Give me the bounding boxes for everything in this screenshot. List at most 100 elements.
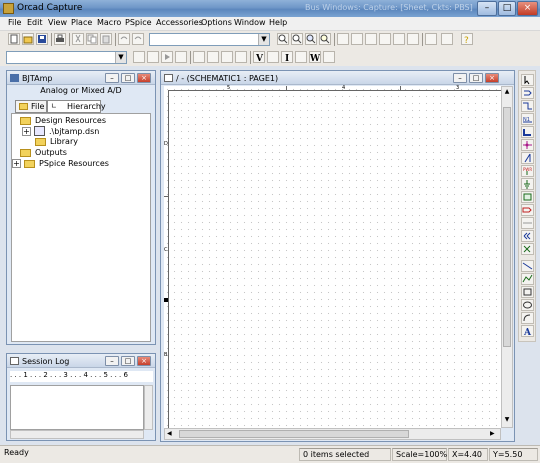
scroll-thumb[interactable]	[179, 430, 409, 438]
menu-pspice[interactable]: PSpice	[125, 18, 152, 27]
menu-window[interactable]: Window	[234, 18, 266, 27]
close-button[interactable]: ×	[137, 73, 151, 83]
view-simulation-results-icon[interactable]	[175, 51, 187, 63]
tree-item-design-resources[interactable]: Design Resources	[35, 116, 106, 125]
undo-icon[interactable]	[118, 33, 130, 45]
place-pin-icon[interactable]	[521, 217, 534, 229]
select-icon[interactable]	[521, 74, 534, 86]
save-icon[interactable]	[36, 33, 48, 45]
current-display-toggle-icon[interactable]	[295, 51, 307, 63]
place-rectangle-icon[interactable]	[521, 286, 534, 298]
tab-hierarchy[interactable]: ∟ Hierarchy	[47, 100, 106, 113]
annotate-icon[interactable]	[337, 33, 349, 45]
menu-edit[interactable]: Edit	[27, 18, 43, 27]
maximize-button[interactable]: □	[498, 1, 516, 16]
app-title-bar[interactable]: Orcad Capture Bus Windows: Capture: [She…	[0, 0, 540, 17]
zoom-in-icon[interactable]	[277, 33, 289, 45]
schematic-vertical-scrollbar[interactable]: ▲ ▼	[501, 86, 513, 428]
menu-options[interactable]: Options	[201, 18, 232, 27]
menu-file[interactable]: File	[8, 18, 21, 27]
expand-icon[interactable]: +	[22, 127, 31, 136]
new-simulation-profile-icon[interactable]	[133, 51, 145, 63]
place-arc-icon[interactable]	[521, 312, 534, 324]
close-button[interactable]: ×	[517, 1, 538, 16]
menu-macro[interactable]: Macro	[97, 18, 121, 27]
session-log-vertical-scrollbar[interactable]	[144, 385, 153, 430]
tab-file[interactable]: File	[15, 100, 47, 113]
scroll-right-icon[interactable]: ▶	[490, 430, 498, 439]
place-wire-icon[interactable]	[521, 100, 534, 112]
off-page-connector-icon[interactable]	[521, 230, 534, 242]
power-display-toggle-icon[interactable]	[323, 51, 335, 63]
project-window-title-bar[interactable]: BJTAmp – □ ×	[7, 71, 155, 85]
menu-help[interactable]: Help	[269, 18, 287, 27]
drc-icon[interactable]	[365, 33, 377, 45]
scroll-down-icon[interactable]: ▼	[503, 416, 511, 426]
schematic-horizontal-scrollbar[interactable]: ◀ ▶	[164, 428, 501, 440]
copy-icon[interactable]	[86, 33, 98, 45]
tree-item-dsn-file[interactable]: .\bjtamp.dsn	[49, 127, 99, 136]
new-icon[interactable]	[8, 33, 20, 45]
minimize-button[interactable]: –	[453, 73, 467, 83]
bias-voltage-display-icon[interactable]: V	[253, 51, 265, 63]
place-junction-icon[interactable]	[521, 139, 534, 151]
menu-place[interactable]: Place	[71, 18, 92, 27]
place-port-icon[interactable]	[521, 204, 534, 216]
back-annotate-icon[interactable]	[351, 33, 363, 45]
place-part-icon[interactable]	[521, 87, 534, 99]
help-icon[interactable]: ?	[461, 33, 473, 45]
net-combo[interactable]: ▼	[6, 51, 127, 64]
paste-icon[interactable]	[100, 33, 112, 45]
session-log-horizontal-scrollbar[interactable]	[10, 430, 144, 439]
minimize-button[interactable]: –	[477, 1, 497, 16]
project-tree[interactable]: Design Resources + .\bjtamp.dsn Library …	[11, 113, 151, 342]
tree-item-pspice-resources[interactable]: PSpice Resources	[39, 159, 109, 168]
scroll-left-icon[interactable]: ◀	[167, 430, 175, 439]
snap-to-grid-icon[interactable]	[425, 33, 437, 45]
place-bus-entry-icon[interactable]	[521, 152, 534, 164]
place-ellipse-icon[interactable]	[521, 299, 534, 311]
cut-icon[interactable]	[72, 33, 84, 45]
expand-icon[interactable]: +	[12, 159, 21, 168]
place-polyline-icon[interactable]	[521, 273, 534, 285]
tree-item-library[interactable]: Library	[50, 137, 78, 146]
run-icon[interactable]	[161, 51, 173, 63]
place-net-alias-icon[interactable]: N1	[521, 113, 534, 125]
chevron-down-icon[interactable]: ▼	[258, 34, 269, 45]
netlist-icon[interactable]	[379, 33, 391, 45]
place-no-connect-icon[interactable]	[521, 243, 534, 255]
restore-button[interactable]: □	[121, 73, 135, 83]
voltage-differential-marker-icon[interactable]	[207, 51, 219, 63]
zoom-all-icon[interactable]	[319, 33, 331, 45]
place-bus-icon[interactable]	[521, 126, 534, 138]
bill-of-materials-icon[interactable]	[407, 33, 419, 45]
power-marker-icon[interactable]	[235, 51, 247, 63]
place-hierarchical-block-icon[interactable]	[521, 191, 534, 203]
cross-reference-icon[interactable]	[393, 33, 405, 45]
scroll-thumb[interactable]	[503, 107, 511, 347]
restore-button[interactable]: □	[469, 73, 483, 83]
edit-simulation-settings-icon[interactable]	[147, 51, 159, 63]
current-marker-icon[interactable]	[221, 51, 233, 63]
bias-current-display-icon[interactable]: I	[281, 51, 293, 63]
print-icon[interactable]	[54, 33, 66, 45]
bias-power-display-icon[interactable]: W	[309, 51, 321, 63]
open-icon[interactable]	[22, 33, 34, 45]
markers-icon[interactable]	[193, 51, 205, 63]
zoom-out-icon[interactable]	[291, 33, 303, 45]
place-line-icon[interactable]	[521, 260, 534, 272]
close-button[interactable]: ×	[137, 356, 151, 366]
tree-item-outputs[interactable]: Outputs	[35, 148, 67, 157]
minimize-button[interactable]: –	[105, 73, 119, 83]
restore-button[interactable]: □	[121, 356, 135, 366]
place-ground-icon[interactable]	[521, 178, 534, 190]
area-select-icon[interactable]	[441, 33, 453, 45]
place-text-icon[interactable]: A	[521, 325, 534, 338]
part-combo[interactable]: ▼	[149, 33, 270, 46]
close-button[interactable]: ×	[485, 73, 499, 83]
chevron-down-icon[interactable]: ▼	[115, 52, 126, 63]
redo-icon[interactable]	[132, 33, 144, 45]
scroll-up-icon[interactable]: ▲	[503, 88, 511, 98]
session-log-title-bar[interactable]: Session Log – □ ×	[7, 354, 155, 368]
menu-view[interactable]: View	[48, 18, 67, 27]
